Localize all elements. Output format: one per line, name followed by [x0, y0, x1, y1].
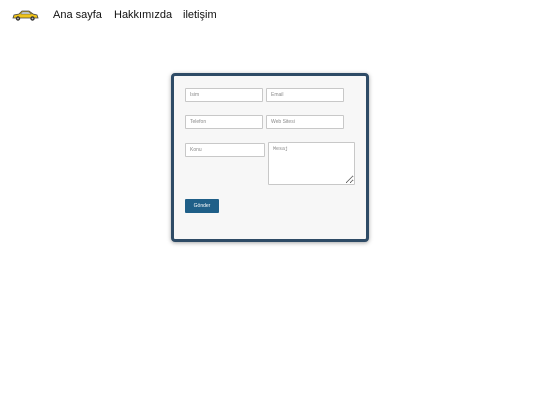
phone-field[interactable]	[185, 115, 263, 129]
email-field[interactable]	[266, 88, 344, 102]
top-navigation: Ana sayfa Hakkımızda iletişim	[0, 0, 540, 30]
subject-field[interactable]	[185, 143, 265, 157]
car-icon[interactable]	[11, 8, 39, 22]
nav-link-contact[interactable]: iletişim	[183, 9, 217, 22]
nav-link-home[interactable]: Ana sayfa	[53, 9, 102, 22]
nav-link-about[interactable]: Hakkımızda	[114, 9, 172, 22]
website-field[interactable]	[266, 115, 344, 129]
message-textarea[interactable]	[268, 142, 355, 185]
contact-form-card: Gönder	[171, 73, 369, 242]
name-field[interactable]	[185, 88, 263, 102]
submit-button[interactable]: Gönder	[185, 199, 219, 213]
